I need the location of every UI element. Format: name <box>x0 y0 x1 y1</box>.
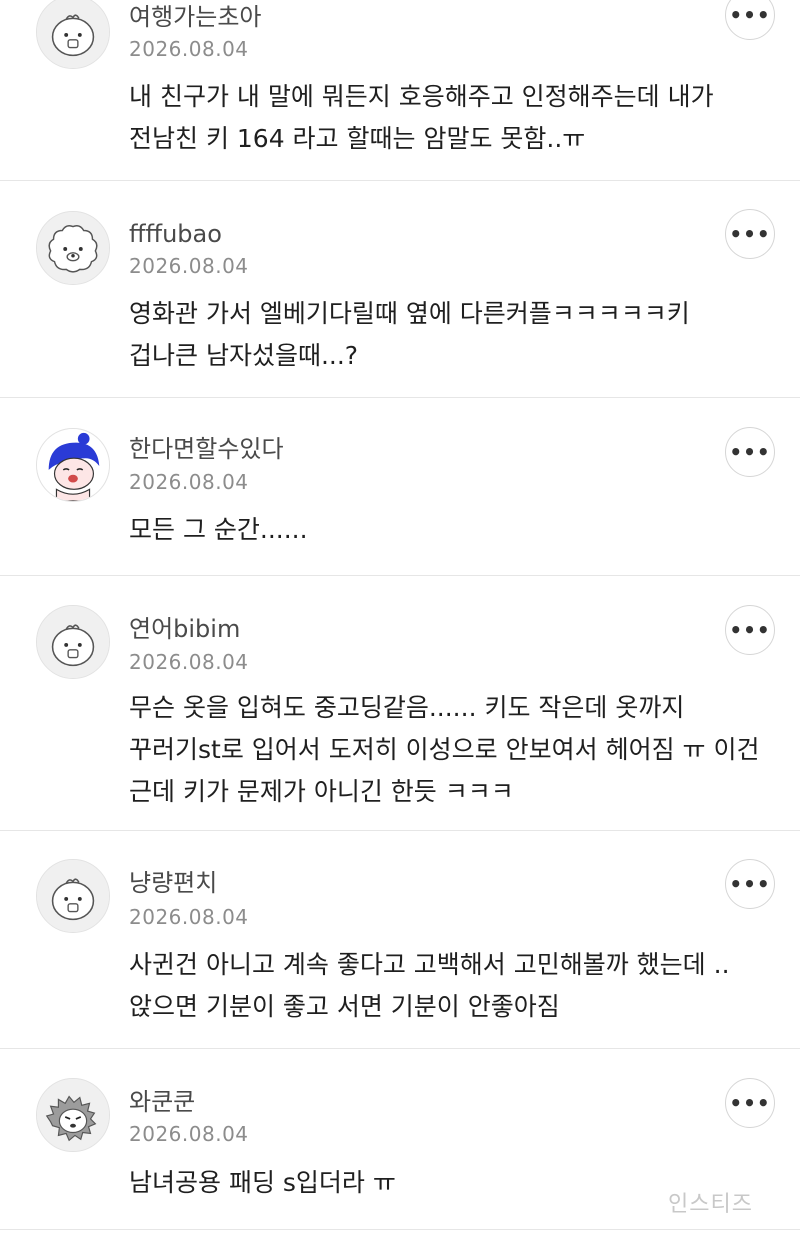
username[interactable]: ffffubao <box>129 219 222 249</box>
comment-item: 냥량편치 2026.08.04 ••• 사귄건 아니고 계속 좋다고 고백해서 … <box>0 831 800 1049</box>
comment-date: 2026.08.04 <box>129 905 249 929</box>
comment-text: 내 친구가 내 말에 뭐든지 호응해주고 인정해주는데 내가 전남친 키 164… <box>129 82 714 153</box>
more-dots-icon: ••• <box>729 872 771 896</box>
more-options-button[interactable]: ••• <box>725 1078 775 1128</box>
avatar[interactable] <box>36 0 110 69</box>
more-options-button[interactable]: ••• <box>725 0 775 40</box>
blue-hair-character-icon <box>37 429 109 501</box>
fluffy-dog-icon <box>37 212 109 284</box>
comment-date: 2026.08.04 <box>129 650 249 674</box>
username[interactable]: 냥량편치 <box>129 868 217 898</box>
more-options-button[interactable]: ••• <box>725 209 775 259</box>
comment-text: 영화관 가서 엘베기다릴때 옆에 다른커플ㅋㅋㅋㅋㅋ키 겁나큰 남자섰을때...… <box>129 299 690 370</box>
comment-date: 2026.08.04 <box>129 254 249 278</box>
avatar[interactable] <box>36 428 110 502</box>
comment-date: 2026.08.04 <box>129 1122 249 1146</box>
username[interactable]: 여행가는초아 <box>129 2 261 32</box>
comment-text: 모든 그 순간...... <box>129 515 308 544</box>
username[interactable]: 연어bibim <box>129 614 240 644</box>
blob-face-icon <box>37 860 109 932</box>
spiky-hedgehog-icon <box>37 1079 109 1151</box>
comment-text: 무슨 옷을 입혀도 중고딩같음...... 키도 작은데 옷까지 꾸러기st로 … <box>129 693 760 806</box>
blob-face-icon <box>37 0 109 68</box>
more-options-button[interactable]: ••• <box>725 427 775 477</box>
comment-item: 연어bibim 2026.08.04 ••• 무슨 옷을 입혀도 중고딩같음..… <box>0 576 800 831</box>
avatar[interactable] <box>36 1078 110 1152</box>
avatar[interactable] <box>36 859 110 933</box>
comment-item: 한다면할수있다 2026.08.04 ••• 모든 그 순간...... <box>0 398 800 576</box>
more-options-button[interactable]: ••• <box>725 605 775 655</box>
more-dots-icon: ••• <box>729 618 771 642</box>
more-dots-icon: ••• <box>729 1091 771 1115</box>
comment-date: 2026.08.04 <box>129 37 249 61</box>
comment-item: 여행가는초아 2026.08.04 ••• 내 친구가 내 말에 뭐든지 호응해… <box>0 0 800 181</box>
more-dots-icon: ••• <box>729 3 771 27</box>
username[interactable]: 한다면할수있다 <box>129 434 284 464</box>
more-dots-icon: ••• <box>729 440 771 464</box>
username[interactable]: 와쿤쿤 <box>129 1087 195 1117</box>
avatar[interactable] <box>36 211 110 285</box>
more-dots-icon: ••• <box>729 222 771 246</box>
site-watermark: 인스티즈 <box>668 1192 753 1217</box>
comment-date: 2026.08.04 <box>129 470 249 494</box>
comment-item: ffffubao 2026.08.04 ••• 영화관 가서 엘베기다릴때 옆에… <box>0 181 800 398</box>
avatar[interactable] <box>36 605 110 679</box>
comment-text: 사귄건 아니고 계속 좋다고 고백해서 고민해볼까 했는데 .. 앉으면 기분이… <box>129 950 730 1021</box>
more-options-button[interactable]: ••• <box>725 859 775 909</box>
blob-face-icon <box>37 606 109 678</box>
